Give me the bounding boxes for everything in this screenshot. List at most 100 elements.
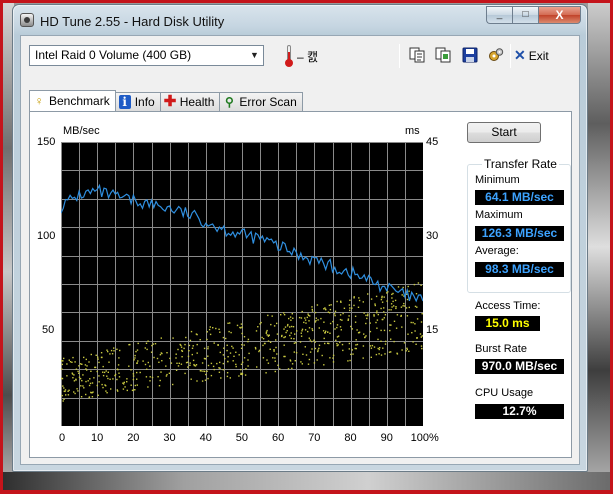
- access-time-point: [370, 356, 372, 358]
- access-time-point: [410, 321, 412, 324]
- access-time-point: [393, 340, 395, 343]
- access-time-point: [137, 360, 139, 362]
- tab-health[interactable]: ✚ Health: [160, 92, 221, 111]
- access-time-point: [407, 333, 409, 335]
- access-time-point: [243, 357, 246, 359]
- access-time-point: [226, 349, 228, 352]
- access-time-point: [91, 392, 93, 394]
- access-time-point: [247, 338, 250, 341]
- access-time-point: [73, 374, 75, 376]
- access-time-point: [386, 300, 388, 302]
- chevron-down-icon[interactable]: ▼: [246, 46, 263, 65]
- access-time-point: [67, 394, 70, 396]
- access-time-point: [267, 314, 269, 317]
- access-time-point: [157, 376, 159, 378]
- tab-error-scan[interactable]: ⚲ Error Scan: [220, 92, 303, 111]
- access-time-point: [351, 328, 353, 330]
- access-time-point: [401, 349, 403, 351]
- access-time-point: [207, 377, 209, 380]
- access-time-point: [83, 387, 85, 389]
- copy-info-icon[interactable]: [409, 47, 425, 63]
- start-button[interactable]: Start: [467, 122, 541, 143]
- access-time-point: [256, 366, 258, 368]
- access-time-point: [106, 375, 108, 377]
- access-time-point: [126, 381, 128, 383]
- access-time-point: [238, 354, 240, 356]
- access-time-point: [328, 304, 331, 306]
- access-time-point: [212, 327, 214, 329]
- access-time-point: [238, 375, 240, 377]
- access-time-point: [74, 361, 76, 363]
- access-time-point: [107, 371, 109, 373]
- access-time-point: [209, 326, 211, 328]
- access-time-point: [371, 344, 374, 347]
- access-time-point: [395, 306, 397, 308]
- exit-label: Exit: [528, 49, 549, 63]
- access-time-point: [392, 292, 394, 295]
- access-time-point: [334, 310, 337, 312]
- access-time-point: [131, 389, 134, 392]
- access-time-point: [336, 342, 338, 345]
- access-time-point: [231, 345, 233, 348]
- options-icon[interactable]: [488, 47, 504, 63]
- access-time-point: [144, 347, 146, 349]
- access-time-point: [75, 368, 78, 370]
- access-time-point: [300, 361, 302, 363]
- drive-select[interactable]: Intel Raid 0 Volume (400 GB) ▼: [29, 45, 264, 66]
- minimize-button[interactable]: _: [486, 6, 512, 24]
- access-time-point: [401, 326, 403, 328]
- title-bar[interactable]: HD Tune 2.55 - Hard Disk Utility _ □ X: [13, 5, 587, 35]
- close-button[interactable]: X: [538, 6, 581, 24]
- access-time-point: [380, 329, 382, 332]
- tab-benchmark[interactable]: ♀ Benchmark: [29, 90, 116, 111]
- access-time-point: [229, 322, 231, 324]
- access-time-point: [122, 388, 125, 390]
- access-time-point: [271, 315, 273, 317]
- toolbar-separator: [399, 44, 400, 68]
- maximize-button[interactable]: □: [512, 6, 538, 24]
- access-time-point: [205, 373, 207, 376]
- access-time-point: [146, 348, 148, 351]
- access-time-point: [408, 290, 410, 292]
- access-time-point: [241, 326, 243, 328]
- access-time-point: [150, 351, 153, 353]
- access-time-point: [97, 358, 99, 360]
- access-time-point: [269, 341, 272, 343]
- access-time-point: [223, 347, 225, 349]
- access-time-point: [166, 352, 168, 354]
- access-time-point: [358, 299, 361, 302]
- access-time-point: [341, 343, 344, 346]
- access-time-point: [323, 321, 325, 323]
- access-time-point: [218, 371, 221, 373]
- access-time-point: [284, 326, 287, 328]
- access-time-point: [180, 346, 183, 348]
- access-time-point: [222, 336, 225, 339]
- access-time-point: [390, 338, 392, 340]
- access-time-point: [147, 361, 149, 364]
- access-time-point: [290, 325, 293, 328]
- access-time-point: [132, 373, 135, 375]
- exit-button[interactable]: ✕ Exit: [514, 47, 549, 64]
- tab-info[interactable]: i Info: [115, 92, 161, 111]
- access-time-point: [336, 326, 338, 329]
- y-left-axis-label: MB/sec: [63, 125, 100, 137]
- hdtune-app-icon[interactable]: [20, 13, 34, 27]
- access-time-point: [230, 331, 232, 334]
- access-time-point: [353, 296, 355, 298]
- access-time-point: [62, 360, 64, 362]
- access-time-point: [81, 380, 83, 382]
- access-time-point: [349, 359, 351, 362]
- access-time-point: [220, 377, 222, 379]
- access-time-point: [71, 361, 73, 363]
- copy-screen-icon[interactable]: [435, 47, 451, 63]
- access-time-point: [204, 379, 207, 381]
- access-time-point: [403, 302, 405, 305]
- access-time-point: [149, 380, 151, 382]
- access-time-point: [196, 380, 198, 382]
- save-icon[interactable]: [462, 47, 478, 63]
- transfer-rate-title: Transfer Rate: [482, 157, 559, 171]
- minimum-value: 64.1 MB/sec: [475, 190, 564, 205]
- access-time-point: [136, 349, 139, 351]
- access-time-point: [82, 374, 84, 376]
- access-time-point: [102, 371, 104, 373]
